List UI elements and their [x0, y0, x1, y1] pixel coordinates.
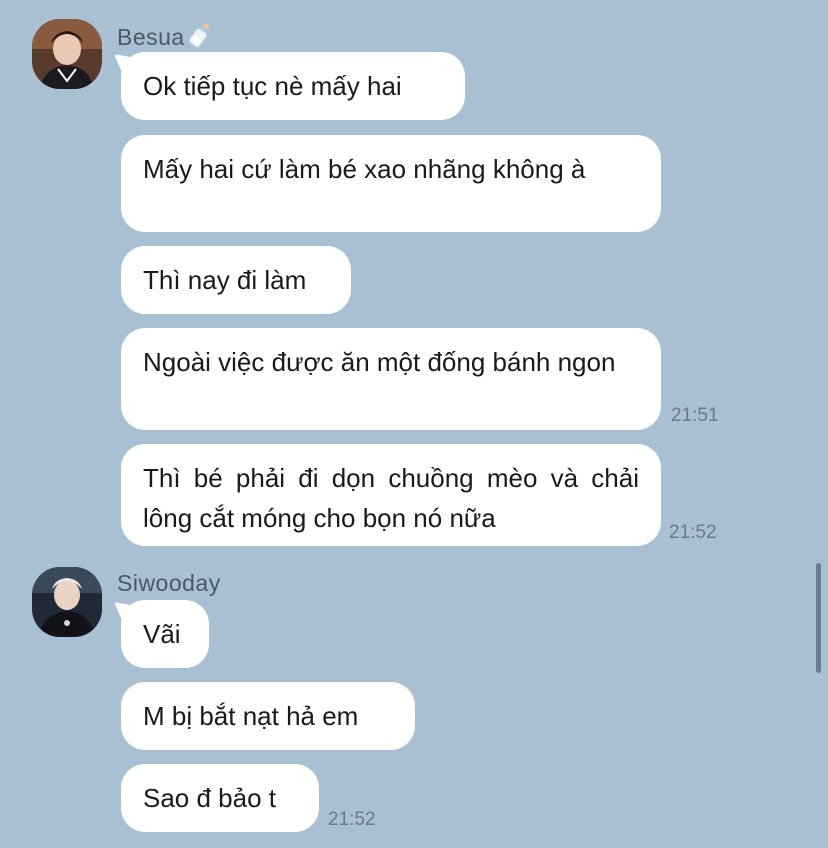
- message-bubble[interactable]: Vãi: [121, 600, 209, 668]
- chat-message-list[interactable]: Besua Ok tiếp tục nè mấy hai Mấy hai cứ …: [0, 0, 828, 848]
- sender-name-besua: Besua: [117, 21, 213, 55]
- message-bubble[interactable]: Thì bé phải đi dọn chuồng mèo và chải lô…: [121, 444, 661, 546]
- message-text: Ok tiếp tục nè mấy hai: [143, 71, 402, 101]
- message-bubble[interactable]: M bị bắt nạt hả em: [121, 682, 415, 750]
- message-bubble[interactable]: Ngoài việc được ăn một đống bánh ngon: [121, 328, 661, 430]
- message-timestamp: 21:51: [671, 405, 719, 426]
- message-text: Thì bé phải đi dọn chuồng mèo và chải lô…: [143, 463, 639, 533]
- message-bubble[interactable]: Thì nay đi làm: [121, 246, 351, 314]
- scrollbar[interactable]: [816, 563, 821, 673]
- message-text: M bị bắt nạt hả em: [143, 701, 359, 731]
- sender-name-siwooday: Siwooday: [117, 570, 221, 596]
- message-timestamp: 21:52: [669, 522, 717, 543]
- message-bubble[interactable]: Sao đ bảo t: [121, 764, 319, 832]
- message-text: Mấy hai cứ làm bé xao nhãng không à: [143, 154, 586, 184]
- message-timestamp: 21:52: [328, 809, 376, 830]
- message-text: Thì nay đi làm: [143, 265, 307, 295]
- message-text: Vãi: [143, 619, 181, 649]
- message-bubble[interactable]: Mấy hai cứ làm bé xao nhãng không à: [121, 135, 661, 232]
- avatar-siwooday[interactable]: [32, 567, 102, 637]
- message-text: Ngoài việc được ăn một đống bánh ngon: [143, 347, 616, 377]
- baby-bottle-icon: [187, 21, 213, 55]
- avatar-besua[interactable]: [32, 19, 102, 89]
- message-bubble[interactable]: Ok tiếp tục nè mấy hai: [121, 52, 465, 120]
- message-text: Sao đ bảo t: [143, 783, 276, 813]
